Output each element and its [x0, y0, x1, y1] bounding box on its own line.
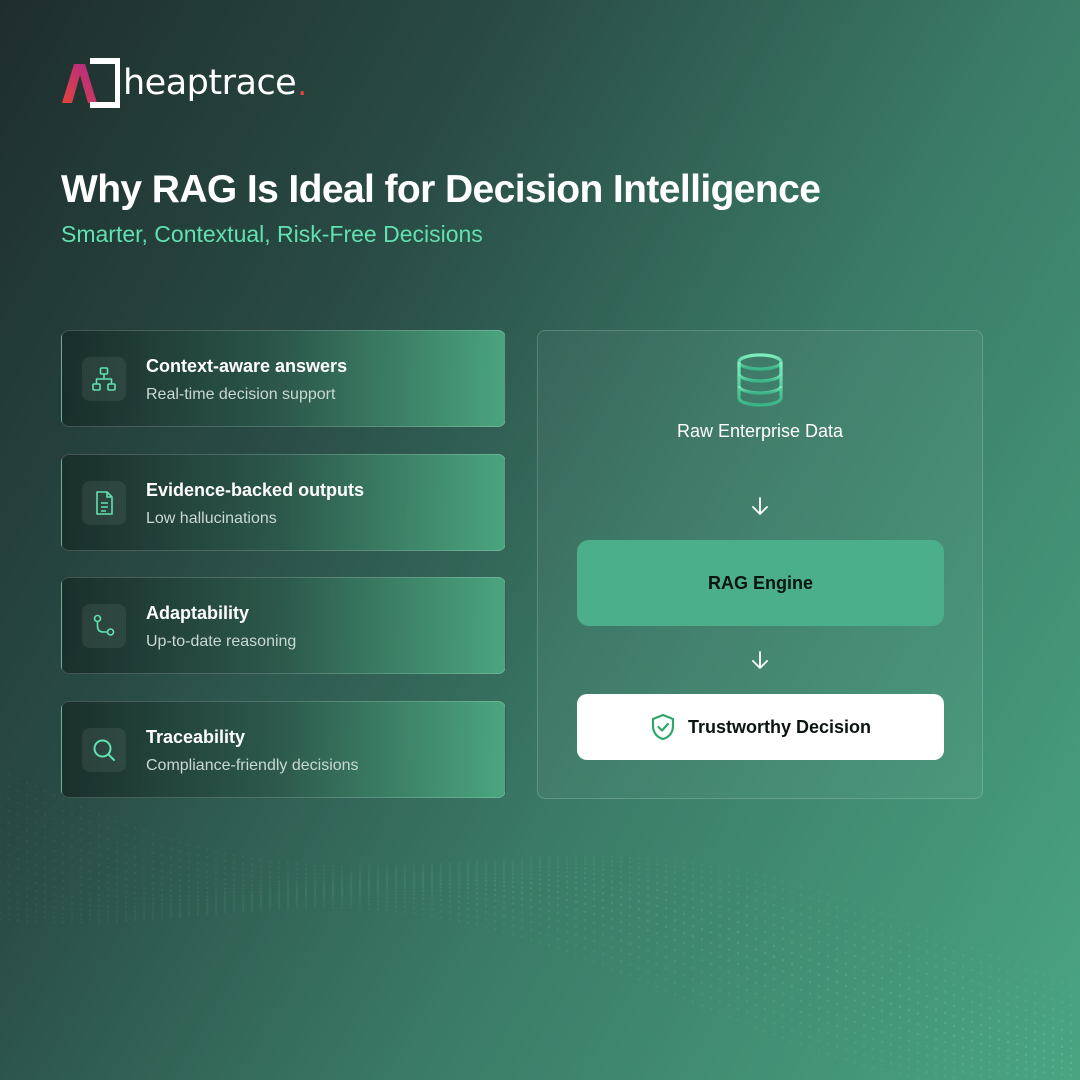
decision-box: Trustworthy Decision	[577, 694, 944, 760]
benefit-subtitle: Real-time decision support	[146, 386, 336, 403]
arrow-down-icon	[752, 651, 768, 669]
shield-check-icon	[651, 713, 675, 741]
search-icon	[82, 728, 126, 772]
benefit-subtitle: Compliance-friendly decisions	[146, 757, 359, 774]
benefit-title: Evidence-backed outputs	[146, 480, 365, 500]
page-subtitle: Smarter, Contextual, Risk-Free Decisions	[61, 221, 483, 247]
benefit-card: Context-aware answers Real-time decision…	[61, 330, 506, 427]
logo-mark-icon	[62, 58, 120, 108]
branch-icon	[82, 604, 126, 648]
document-icon	[82, 481, 126, 525]
rag-engine-box: RAG Engine	[577, 540, 944, 626]
brand-logo: heaptrace .	[60, 58, 307, 108]
flow-source-label: Raw Enterprise Data	[676, 421, 844, 441]
rag-flow-panel: Raw Enterprise Data RAG Engine Trustwort…	[537, 330, 983, 799]
benefit-card: Evidence-backed outputs Low hallucinatio…	[61, 454, 506, 551]
rag-engine-label: RAG Engine	[707, 572, 813, 593]
benefit-title: Context-aware answers	[146, 356, 348, 376]
brand-name: heaptrace	[123, 62, 297, 103]
page-title: Why RAG Is Ideal for Decision Intelligen…	[61, 168, 821, 211]
arrow-down-icon	[752, 497, 768, 515]
benefit-subtitle: Low hallucinations	[146, 510, 277, 527]
database-icon	[737, 353, 783, 407]
benefit-subtitle: Up-to-date reasoning	[146, 633, 297, 650]
benefit-title: Traceability	[146, 727, 246, 747]
brand-dot: .	[297, 63, 307, 103]
benefit-card: Traceability Compliance-friendly decisio…	[61, 701, 506, 798]
benefit-card: Adaptability Up-to-date reasoning	[61, 577, 506, 674]
decision-label: Trustworthy Decision	[687, 716, 872, 737]
hierarchy-icon	[82, 357, 126, 401]
benefit-title: Adaptability	[146, 603, 250, 623]
